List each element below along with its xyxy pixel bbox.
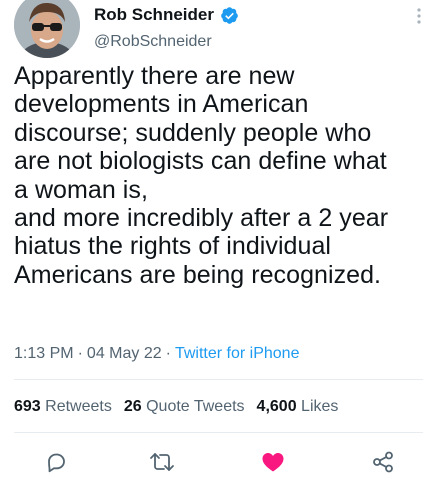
tweet-text: Apparently there are new developments in…	[14, 62, 389, 289]
tweet-date[interactable]: 04 May 22	[87, 345, 162, 362]
quotes-stat[interactable]: 26 Quote Tweets	[124, 398, 245, 415]
like-icon	[262, 453, 284, 472]
meta-separator: ·	[165, 345, 171, 362]
retweets-label: Retweets	[45, 398, 112, 415]
author-name-row: Rob Schneider	[94, 5, 239, 25]
share-button[interactable]	[369, 448, 397, 476]
tweet-stats: 693 Retweets 26 Quote Tweets 4,600 Likes	[14, 397, 338, 417]
meta-separator: ·	[77, 345, 83, 362]
reply-icon	[48, 453, 65, 473]
share-icon	[373, 451, 393, 473]
tweet-header: Rob Schneider @RobSchneider	[14, 0, 424, 66]
retweet-button[interactable]	[148, 448, 176, 476]
likes-count: 4,600	[256, 398, 297, 415]
retweets-count: 693	[14, 398, 41, 415]
quotes-count: 26	[123, 398, 142, 415]
more-icon[interactable]	[414, 6, 424, 26]
tweet-meta: 1:13 PM · 04 May 22 · Twitter for iPhone	[14, 344, 299, 364]
retweet-icon	[150, 453, 174, 471]
author-handle[interactable]: @RobSchneider	[94, 32, 212, 52]
likes-label: Likes	[301, 398, 339, 415]
likes-stat[interactable]: 4,600 Likes	[257, 398, 339, 415]
tweet-source-link[interactable]: Twitter for iPhone	[175, 345, 300, 362]
retweets-stat[interactable]: 693 Retweets	[14, 398, 112, 415]
author-display-name[interactable]: Rob Schneider	[94, 5, 214, 25]
verified-badge-icon	[221, 6, 238, 24]
avatar[interactable]	[14, 0, 80, 58]
quotes-label: Quote Tweets	[146, 398, 245, 415]
divider	[14, 379, 423, 380]
reply-button[interactable]	[42, 448, 70, 476]
like-button[interactable]	[259, 448, 287, 476]
tweet-time[interactable]: 1:13 PM	[14, 345, 74, 362]
action-bar	[0, 448, 437, 478]
divider	[14, 432, 423, 433]
